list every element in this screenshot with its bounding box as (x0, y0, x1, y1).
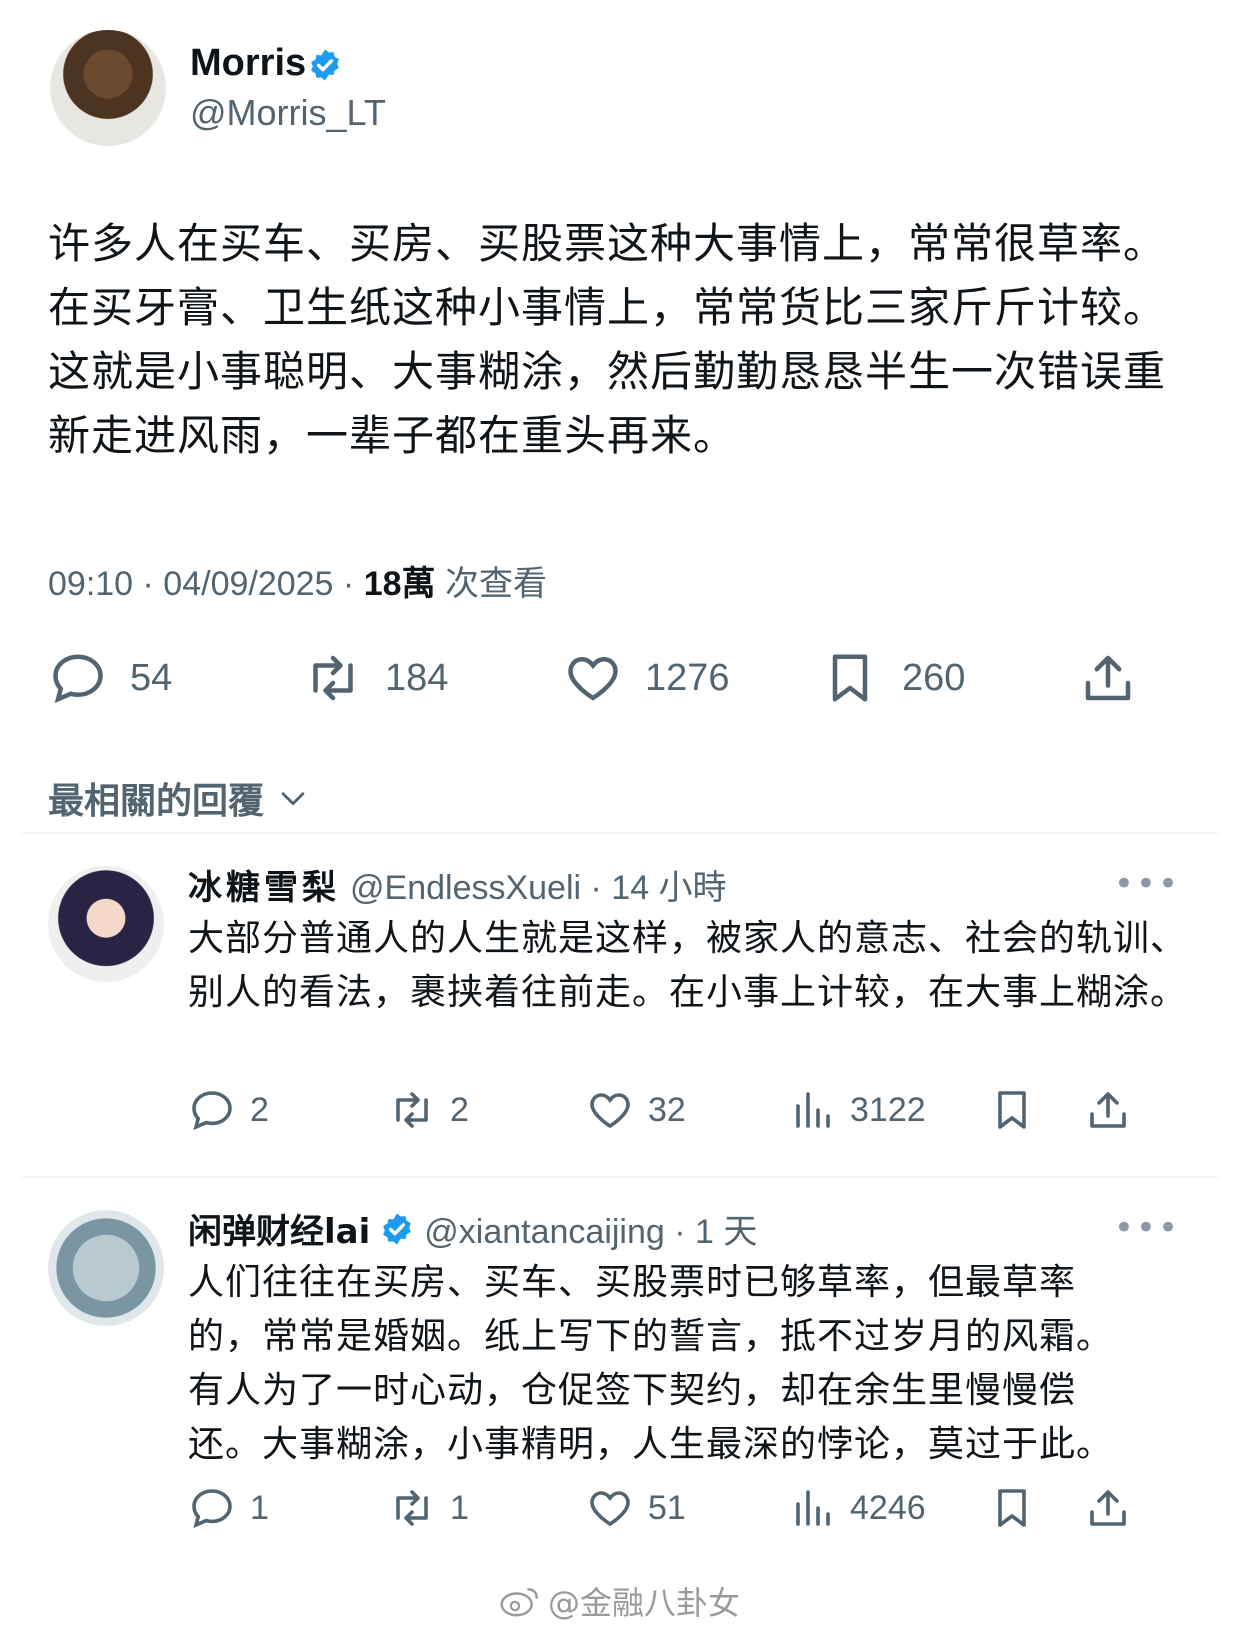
like-count: 1276 (645, 656, 730, 699)
reply-avatar[interactable] (48, 1210, 164, 1326)
post-action-bar: 54 184 1276 260 (48, 648, 1188, 718)
bookmark-icon (832, 654, 868, 702)
reply-action-bar: 2 2 32 3122 (188, 1086, 1188, 1146)
repost-icon (313, 655, 353, 701)
share-icon (1090, 1092, 1126, 1128)
divider (22, 1176, 1218, 1178)
bar-chart-icon (796, 1490, 830, 1526)
view-count: 4246 (850, 1488, 926, 1527)
bookmark-icon (998, 1091, 1026, 1129)
reply-count: 1 (250, 1488, 269, 1527)
divider (22, 832, 1218, 834)
reply-text: 大部分普通人的人生就是这样，被家人的意志、社会的轨训、别人的看法，裹挟着往前走。… (188, 918, 1188, 1013)
reply-sort-label: 最相關的回覆 (48, 781, 265, 822)
reply-sort-dropdown[interactable]: 最相關的回覆 (48, 772, 310, 824)
reply-count: 2 (250, 1090, 269, 1129)
author-avatar[interactable] (50, 30, 166, 146)
author-handle[interactable]: @Morris_LT (190, 92, 386, 134)
repost-button[interactable]: 2 (388, 1086, 469, 1134)
repost-button[interactable]: 184 (303, 648, 448, 708)
author-name[interactable]: Morris (190, 42, 306, 85)
like-button[interactable]: 1276 (563, 648, 730, 708)
bookmark-icon (998, 1489, 1026, 1527)
repost-count: 1 (450, 1488, 469, 1527)
bookmark-button[interactable]: 260 (820, 648, 965, 708)
reply-author-name[interactable]: 闲弹财经lai (188, 1204, 370, 1253)
verified-badge-icon (383, 1212, 412, 1245)
share-icon (1085, 655, 1131, 701)
post-meta: 09:10 · 04/09/2025 · 18萬 次查看 (48, 556, 547, 605)
like-count: 32 (648, 1090, 686, 1129)
bookmark-count: 260 (902, 656, 966, 699)
view-count: 18萬 (363, 565, 436, 603)
watermark: @金融八卦女 (500, 1578, 740, 1624)
bookmark-button[interactable] (988, 1484, 1036, 1532)
tweet-detail-page: Morris @Morris_LT 许多人在买车、买房、买股票这种大事情上，常常… (0, 0, 1240, 1642)
share-button[interactable] (1078, 648, 1138, 708)
repost-icon (396, 1490, 428, 1526)
repost-button[interactable]: 1 (388, 1484, 469, 1532)
reply-author-handle[interactable]: @xiantancaijing · 1 天 (424, 1204, 757, 1253)
more-options-icon[interactable]: ••• (1114, 1208, 1180, 1248)
reply-button[interactable]: 54 (48, 648, 172, 708)
like-count: 51 (648, 1488, 686, 1527)
like-button[interactable]: 51 (586, 1484, 686, 1532)
share-button[interactable] (1084, 1484, 1132, 1532)
reply-avatar[interactable] (48, 866, 164, 982)
share-icon (1090, 1490, 1126, 1526)
share-button[interactable] (1084, 1086, 1132, 1134)
reply-header: 冰糖雪梨 @EndlessXueli · 14 小時 (188, 860, 727, 909)
repost-count: 2 (450, 1090, 469, 1129)
more-options-icon[interactable]: ••• (1114, 864, 1180, 904)
reply-icon (53, 654, 103, 704)
post-timestamp[interactable]: 09:10 · 04/09/2025 · (48, 565, 364, 603)
reply-button[interactable]: 2 (188, 1086, 269, 1134)
repost-count: 184 (385, 656, 449, 699)
reply-author-name[interactable]: 冰糖雪梨 (188, 860, 340, 909)
view-count: 3122 (850, 1090, 926, 1129)
heart-icon (590, 1093, 630, 1129)
weibo-logo-icon (500, 1588, 538, 1617)
heart-icon (590, 1491, 630, 1527)
bar-chart-icon (796, 1092, 830, 1128)
reply-action-bar: 1 1 51 4246 (188, 1484, 1188, 1544)
reply-count: 54 (130, 656, 173, 699)
reply-text: 人们往往在买房、买车、买股票时已够草率，但最草率的，常常是婚姻。纸上写下的誓言，… (188, 1262, 1114, 1465)
view-label: 次查看 (435, 565, 547, 603)
reply-icon (192, 1091, 232, 1131)
reply-icon (192, 1489, 232, 1529)
chevron-down-icon (281, 792, 305, 806)
views-button[interactable]: 3122 (788, 1086, 926, 1134)
watermark-text: @金融八卦女 (548, 1584, 741, 1622)
bookmark-button[interactable] (988, 1086, 1036, 1134)
views-button[interactable]: 4246 (788, 1484, 926, 1532)
repost-icon (396, 1092, 428, 1128)
reply-header: 闲弹财经lai @xiantancaijing · 1 天 (188, 1204, 757, 1253)
verified-badge-icon (311, 49, 339, 81)
post-text: 许多人在买车、买房、买股票这种大事情上，常常很草率。在买牙膏、卫生纸这种小事情上… (48, 219, 1167, 460)
like-button[interactable]: 32 (586, 1086, 686, 1134)
heart-icon (568, 656, 618, 701)
reply-author-handle[interactable]: @EndlessXueli · 14 小時 (350, 860, 727, 909)
reply-button[interactable]: 1 (188, 1484, 269, 1532)
